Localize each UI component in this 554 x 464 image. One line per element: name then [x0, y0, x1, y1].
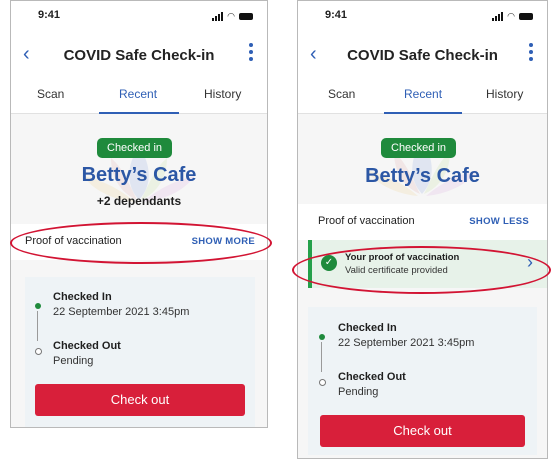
checked-in-badge: Checked in: [381, 138, 457, 158]
checked-out-dot: [319, 379, 326, 386]
check-out-button[interactable]: Check out: [320, 415, 525, 447]
phone-screen-right: 9:41 ◠ ‹ COVID Safe Check-in Scan Recent…: [297, 0, 548, 459]
checkin-card: Checked In 22 September 2021 3:45pm Chec…: [25, 277, 255, 427]
signal-icon: [212, 12, 224, 21]
event-title: Checked In: [338, 322, 397, 334]
status-bar: 9:41 ◠: [11, 9, 267, 25]
dependants-count: +2 dependants: [96, 194, 182, 208]
status-time: 9:41: [38, 9, 61, 21]
checked-in-dot: [35, 303, 41, 309]
page-title: COVID Safe Check-in: [347, 47, 498, 64]
check-out-button[interactable]: Check out: [35, 384, 245, 416]
battery-icon: [519, 13, 533, 20]
show-less-link[interactable]: SHOW LESS: [469, 216, 529, 227]
tab-scan[interactable]: Scan: [37, 87, 64, 101]
checked-out-dot: [35, 348, 42, 355]
tab-recent[interactable]: Recent: [404, 87, 442, 101]
proof-of-vaccination-row: Proof of vaccination SHOW LESS: [298, 204, 547, 240]
proof-label: Proof of vaccination: [318, 215, 415, 227]
wifi-icon: ◠: [507, 11, 515, 21]
app-header: ‹ COVID Safe Check-in: [298, 41, 547, 71]
tab-bar: Scan Recent History: [11, 77, 267, 114]
tab-history[interactable]: History: [204, 87, 241, 101]
event-status: Pending: [53, 355, 94, 367]
timeline-line: [37, 311, 38, 341]
event-title: Checked Out: [53, 340, 121, 352]
tab-scan[interactable]: Scan: [328, 87, 355, 101]
signal-icon: [492, 12, 504, 21]
more-vertical-icon[interactable]: [249, 43, 253, 61]
tab-recent[interactable]: Recent: [119, 87, 157, 101]
timeline-line: [321, 342, 322, 372]
event-time: 22 September 2021 3:45pm: [53, 306, 190, 318]
event-title: Checked In: [53, 291, 112, 303]
venue-name: Betty’s Cafe: [365, 165, 480, 187]
page-title: COVID Safe Check-in: [63, 47, 215, 64]
status-time: 9:41: [325, 9, 348, 21]
checked-in-dot: [319, 334, 325, 340]
checked-in-badge: Checked in: [97, 138, 173, 158]
wifi-icon: ◠: [227, 11, 235, 21]
checkin-card: Checked In 22 September 2021 3:45pm Chec…: [308, 307, 537, 455]
app-header: ‹ COVID Safe Check-in: [11, 41, 267, 71]
tab-history[interactable]: History: [486, 87, 523, 101]
battery-icon: [239, 13, 253, 20]
event-title: Checked Out: [338, 371, 406, 383]
tab-bar: Scan Recent History: [298, 77, 547, 114]
event-time: 22 September 2021 3:45pm: [338, 337, 475, 349]
annotation-ellipse-proof-row: [10, 222, 272, 264]
phone-screen-left: 9:41 ◠ ‹ COVID Safe Check-in Scan Recent…: [10, 0, 268, 428]
content-area: Checked in Betty’s Cafe +2 dependants Pr…: [11, 114, 267, 427]
status-bar: 9:41 ◠: [298, 9, 547, 25]
event-status: Pending: [338, 386, 379, 398]
annotation-ellipse-proof-banner: [292, 246, 551, 294]
venue-name: Betty’s Cafe: [81, 164, 197, 186]
more-vertical-icon[interactable]: [529, 43, 533, 61]
